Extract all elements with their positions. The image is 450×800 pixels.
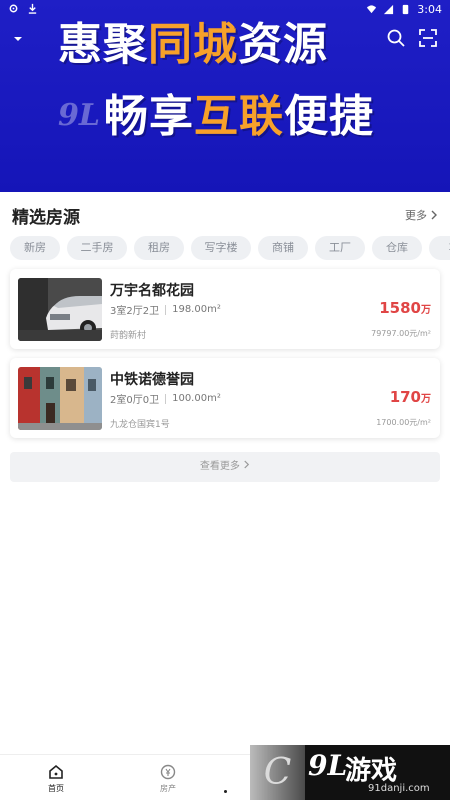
page-indicator-dot [224, 790, 227, 793]
listing-specs: 2室0厅0卫 100.00m² [110, 391, 221, 406]
scan-icon[interactable] [418, 28, 438, 48]
divider [165, 393, 167, 404]
listing-price: 1580万 [379, 299, 431, 317]
watermark-ghost-logo: C [250, 745, 305, 800]
banner-slogan-line2: 畅享互联便捷 [104, 91, 374, 142]
listing-unit-price: 1700.00元/m² [376, 418, 431, 427]
wifi-icon [367, 5, 377, 14]
watermark-url: 91danji.com [368, 783, 430, 794]
status-time: 3:04 [417, 3, 442, 16]
chip-office[interactable]: 写字楼 [191, 236, 251, 260]
banner-slogan-line1: 惠聚同城资源 [58, 19, 328, 70]
watermark-logo: 9L [308, 749, 348, 782]
view-more-label: 查看更多 [199, 461, 240, 472]
banner-watermark-logo: 9L [58, 98, 100, 133]
nav-property[interactable]: 房产 [148, 763, 188, 794]
more-link[interactable]: 更多 [405, 207, 438, 223]
chip-new-house[interactable]: 新房 [10, 236, 60, 260]
nav-property-label: 房产 [160, 784, 176, 793]
settings-status-icon [9, 4, 18, 13]
listing-location: 九龙仓国宾1号 [110, 420, 170, 430]
chip-second-hand[interactable]: 二手房 [67, 236, 127, 260]
listing-area: 100.00m² [172, 393, 221, 404]
battery-icon [403, 4, 409, 15]
listing-area: 198.00m² [172, 304, 221, 315]
nav-home[interactable]: 首页 [36, 763, 76, 794]
more-link-label: 更多 [405, 209, 427, 222]
listing-name: 中铁诺德誉园 [110, 372, 194, 388]
site-watermark: C 9L 游戏 91danji.com [250, 745, 450, 800]
listing-unit-price: 79797.00元/m² [371, 329, 431, 338]
listing-layout: 2室0厅0卫 [110, 395, 160, 406]
hero-banner[interactable]: 3:04 惠聚同城资源 9L 畅享互联便捷 [0, 0, 450, 192]
listing-layout: 3室2厅2卫 [110, 306, 160, 317]
listing-price: 170万 [389, 388, 431, 406]
watermark-text: 游戏 [345, 756, 398, 786]
divider [165, 304, 167, 315]
listing-name: 万宇名都花园 [110, 283, 194, 299]
listing-specs: 3室2厅2卫 198.00m² [110, 302, 221, 317]
chevron-right-icon [431, 210, 437, 220]
listing-card[interactable]: 万宇名都花园 3室2厅2卫 198.00m² 莳韵新村 1580万 79797.… [10, 269, 440, 349]
chip-parking[interactable]: 车 [429, 236, 450, 260]
section-title: 精选房源 [12, 208, 80, 228]
category-chips: 新房二手房租房写字楼商铺工厂仓库车 [10, 236, 450, 262]
listing-card[interactable]: 中铁诺德誉园 2室0厅0卫 100.00m² 九龙仓国宾1号 170万 1700… [10, 358, 440, 438]
home-icon [49, 764, 63, 779]
listing-thumbnail [18, 367, 102, 430]
property-icon [160, 764, 176, 780]
listing-thumbnail [18, 278, 102, 341]
download-status-icon [28, 3, 37, 14]
chip-warehouse[interactable]: 仓库 [372, 236, 422, 260]
search-icon[interactable] [386, 28, 406, 48]
chip-shop[interactable]: 商铺 [258, 236, 308, 260]
chip-factory[interactable]: 工厂 [315, 236, 365, 260]
listing-location: 莳韵新村 [110, 331, 147, 341]
view-more-button[interactable]: 查看更多 [10, 452, 440, 482]
nav-home-label: 首页 [48, 784, 64, 793]
signal-icon [384, 4, 394, 15]
chevron-right-icon [244, 460, 250, 469]
city-dropdown-icon[interactable] [12, 34, 24, 44]
chip-rent[interactable]: 租房 [134, 236, 184, 260]
